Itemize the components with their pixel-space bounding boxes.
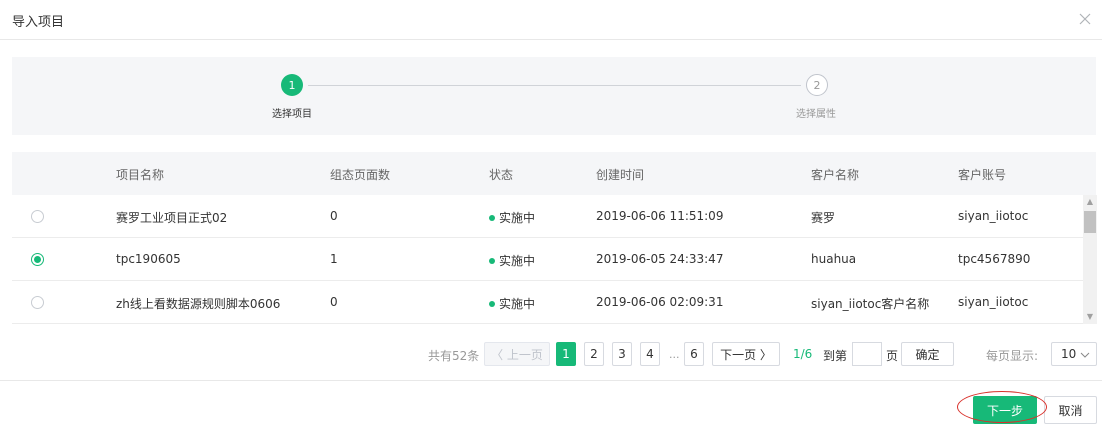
page-size-label: 每页显示: <box>986 349 1039 363</box>
status-dot-icon <box>489 258 495 264</box>
status-cell: 实施中 <box>489 209 535 226</box>
goto-page-input[interactable] <box>852 342 882 366</box>
column-header-name: 项目名称 <box>116 168 165 182</box>
step-1-indicator: 1 <box>281 74 303 96</box>
project-name: tpc190605 <box>116 252 181 266</box>
table-row[interactable]: tpc190605 1 实施中 2019-06-05 24:33:47 huah… <box>12 238 1096 281</box>
created-time: 2019-06-06 11:51:09 <box>596 209 724 223</box>
page-unit-label: 页 <box>886 349 899 363</box>
page-size-select[interactable]: 10 <box>1051 342 1097 366</box>
row-radio[interactable] <box>31 210 44 223</box>
created-time: 2019-06-06 02:09:31 <box>596 295 724 309</box>
customer-account: siyan_iiotoc <box>958 295 1029 309</box>
step-2-indicator: 2 <box>806 74 828 96</box>
steps-panel: 1 2 选择项目 选择属性 <box>12 57 1096 135</box>
status-text: 实施中 <box>499 297 536 311</box>
page-ellipsis: ... <box>669 348 680 361</box>
next-step-button[interactable]: 下一步 <box>973 396 1037 424</box>
column-header-created: 创建时间 <box>596 168 645 182</box>
page-button-2[interactable]: 2 <box>584 342 604 366</box>
footer-divider <box>0 380 1102 381</box>
project-name: 赛罗工业项目正式02 <box>116 211 228 225</box>
total-count: 共有52条 <box>428 349 480 363</box>
page-indicator: 1/6 <box>793 347 813 361</box>
status-text: 实施中 <box>499 211 536 225</box>
customer-account: tpc4567890 <box>958 252 1031 266</box>
customer-name: 赛罗 <box>811 211 836 225</box>
step-connector <box>308 85 801 86</box>
step-1-label: 选择项目 <box>272 109 312 120</box>
page-count: 0 <box>330 295 338 309</box>
pagination: 共有52条 〈 上一页 1 2 3 4 ... 6 下一页 〉 1/6 到第 页… <box>0 340 1102 368</box>
goto-confirm-button[interactable]: 确定 <box>901 342 954 366</box>
page-count: 0 <box>330 209 338 223</box>
table-row[interactable]: zh线上看数据源规则脚本0606 0 实施中 2019-06-06 02:09:… <box>12 281 1096 324</box>
customer-name: huahua <box>811 252 857 266</box>
table-header: 项目名称 组态页面数 状态 创建时间 客户名称 客户账号 <box>12 152 1096 195</box>
step-2-label: 选择属性 <box>796 109 836 120</box>
page-button-1[interactable]: 1 <box>556 342 576 366</box>
column-header-customer: 客户名称 <box>811 168 860 182</box>
column-header-account: 客户账号 <box>958 168 1007 182</box>
status-text: 实施中 <box>499 254 536 268</box>
status-dot-icon <box>489 215 495 221</box>
status-dot-icon <box>489 301 495 307</box>
row-radio[interactable] <box>31 296 44 309</box>
table-scrollbar[interactable]: ▲ ▼ <box>1083 195 1097 324</box>
chevron-down-icon <box>1080 352 1090 358</box>
row-radio[interactable] <box>31 253 44 266</box>
dialog-header: 导入项目 <box>0 0 1102 40</box>
scroll-down-icon[interactable]: ▼ <box>1083 310 1097 324</box>
scroll-thumb[interactable] <box>1084 211 1096 233</box>
dialog-title: 导入项目 <box>12 15 65 30</box>
goto-label: 到第 <box>823 349 848 363</box>
customer-name: siyan_iiotoc客户名称 <box>811 297 930 311</box>
column-header-status: 状态 <box>489 168 514 182</box>
project-name: zh线上看数据源规则脚本0606 <box>116 297 281 311</box>
status-cell: 实施中 <box>489 252 535 269</box>
page-size-value: 10 <box>1061 347 1077 361</box>
page-count: 1 <box>330 252 338 266</box>
page-button-3[interactable]: 3 <box>612 342 632 366</box>
table-row[interactable]: 赛罗工业项目正式02 0 实施中 2019-06-06 11:51:09 赛罗 … <box>12 195 1096 238</box>
page-button-6[interactable]: 6 <box>684 342 704 366</box>
scroll-up-icon[interactable]: ▲ <box>1083 195 1097 209</box>
prev-page-button[interactable]: 〈 上一页 <box>484 342 550 366</box>
created-time: 2019-06-05 24:33:47 <box>596 252 724 266</box>
next-page-button[interactable]: 下一页 〉 <box>712 342 780 366</box>
customer-account: siyan_iiotoc <box>958 209 1029 223</box>
project-table: 项目名称 组态页面数 状态 创建时间 客户名称 客户账号 赛罗工业项目正式02 … <box>12 152 1096 324</box>
page-button-4[interactable]: 4 <box>640 342 660 366</box>
column-header-pages: 组态页面数 <box>330 168 391 182</box>
status-cell: 实施中 <box>489 295 535 312</box>
close-icon[interactable] <box>1078 12 1092 26</box>
cancel-button[interactable]: 取消 <box>1044 396 1097 424</box>
